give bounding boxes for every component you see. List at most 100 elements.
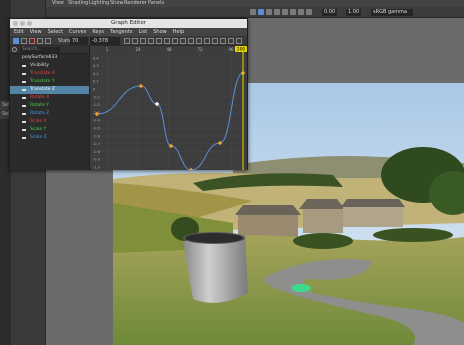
keyframe[interactable] [138, 83, 144, 89]
outliner-item-rotate-y[interactable]: Rotate Y [10, 102, 89, 110]
outliner-item-rotate-z[interactable]: Rotate Z [10, 110, 89, 118]
outliner-item-rotate-x[interactable]: Rotate X [10, 94, 89, 102]
maya-window: Set Set View Shading Lighting Show Rende… [0, 0, 464, 345]
menu-show[interactable]: Show [110, 0, 124, 7]
normalize-icon[interactable] [212, 38, 218, 44]
frame-tick-label: 48 [166, 47, 172, 52]
viewport-menubar: View Shading Lighting Show Renderer Pane… [46, 0, 464, 7]
channel-icon [22, 137, 26, 139]
current-frame-label: 200 [237, 47, 246, 53]
tangent-auto-icon[interactable] [140, 38, 146, 44]
break-tangent-icon[interactable] [180, 38, 186, 44]
post-infinity-icon[interactable] [236, 38, 242, 44]
ge-menu-list[interactable]: List [138, 28, 147, 36]
value-tick-label: -0.2 [93, 103, 100, 107]
frame-tick-labels: 1 24 48 72 96 [106, 47, 234, 52]
frame-tick-label: 72 [197, 47, 203, 52]
minimize-icon[interactable] [20, 21, 25, 26]
lighting-icon[interactable] [290, 9, 296, 15]
outliner-root-item[interactable]: polySurface633 [10, 54, 89, 62]
ge-menu-show[interactable]: Show [153, 28, 167, 36]
value-tick-label: 0.4 [93, 56, 99, 60]
outliner-item-label: Visibility [30, 63, 49, 68]
outliner-item-label: Rotate X [30, 95, 50, 100]
retime-icon[interactable] [45, 38, 51, 44]
animation-curve-graph[interactable]: 124487296 0.40.30.20.10-0.1-0.2-0.3-0.4-… [91, 46, 247, 170]
wireframe-icon[interactable] [266, 9, 272, 15]
outliner-item-scale-y[interactable]: Scale Y [10, 126, 89, 134]
textured-icon[interactable] [282, 9, 288, 15]
value-tick-label: -0.5 [93, 127, 100, 131]
xray-icon[interactable] [306, 9, 312, 15]
outliner-item-translate-z[interactable]: Translate Z [10, 86, 89, 94]
outliner-root-label: polySurface633 [22, 55, 58, 60]
value-tick-label: -0.6 [93, 134, 101, 138]
menu-view[interactable]: View [52, 0, 64, 7]
outliner-item-scale-z[interactable]: Scale Z [10, 134, 89, 142]
menu-lighting[interactable]: Lighting [89, 0, 109, 7]
channel-icon [22, 113, 26, 115]
lock-icon[interactable] [196, 38, 202, 44]
move-key-icon[interactable] [13, 38, 19, 44]
buffer-icon[interactable] [204, 38, 210, 44]
channel-icon [22, 105, 26, 107]
ge-menu-select[interactable]: Select [48, 28, 63, 36]
search-icon[interactable] [12, 47, 17, 52]
graph-editor-window[interactable]: Graph Editor Edit View Select Curves Keys Tan… [9, 18, 248, 170]
infinity-icon[interactable] [220, 38, 226, 44]
close-icon[interactable] [13, 21, 18, 26]
outliner-item-label: Scale Z [30, 135, 47, 140]
menu-panels[interactable]: Panels [148, 0, 164, 7]
graph-view[interactable]: 124487296 0.40.30.20.10-0.1-0.2-0.3-0.4-… [91, 46, 247, 170]
exposure-field[interactable]: 0.00 [322, 9, 338, 16]
frame-all-icon[interactable] [124, 38, 130, 44]
graph-outliner[interactable]: Search... polySurface633 Visibility Tran… [10, 46, 90, 170]
menu-shading[interactable]: Shading [68, 0, 88, 7]
graph-editor-toolbar: Stats 70 -0.378 [10, 36, 247, 46]
outliner-item-visibility[interactable]: Visibility [10, 62, 89, 70]
insert-key-icon[interactable] [21, 38, 27, 44]
tangent-step-icon[interactable] [172, 38, 178, 44]
value-tick-label: 0 [93, 88, 96, 92]
outliner-item-translate-y[interactable]: Translate Y [10, 78, 89, 86]
value-tick-label: 0.1 [93, 80, 99, 84]
shaded-icon[interactable] [274, 9, 280, 15]
frame-selection-icon[interactable] [132, 38, 138, 44]
region-icon[interactable] [37, 38, 43, 44]
channel-icon [22, 97, 26, 99]
menu-renderer[interactable]: Renderer [124, 0, 147, 7]
outliner-item-scale-x[interactable]: Scale X [10, 118, 89, 126]
tangent-flat-icon[interactable] [164, 38, 170, 44]
value-tick-label: -0.9 [93, 158, 101, 162]
value-tick-label: -1.0 [93, 166, 101, 170]
animation-curve[interactable] [96, 72, 244, 170]
tangent-linear-icon[interactable] [156, 38, 162, 44]
value-tick-label: -0.8 [93, 150, 101, 154]
colorspace-select[interactable]: sRGB gamma [371, 9, 413, 16]
ge-menu-tangents[interactable]: Tangents [110, 28, 132, 36]
tangent-spline-icon[interactable] [148, 38, 154, 44]
frame-tick-label: 96 [228, 47, 234, 52]
camera-icon[interactable] [250, 9, 256, 15]
unify-tangent-icon[interactable] [188, 38, 194, 44]
keyframe[interactable] [217, 140, 223, 146]
stats-frame-field[interactable]: 70 [70, 37, 88, 45]
maximize-icon[interactable] [27, 21, 32, 26]
outliner-item-translate-x[interactable]: Translate X [10, 70, 89, 78]
stats-value-field[interactable]: -0.378 [90, 37, 120, 45]
ge-menu-help[interactable]: Help [173, 28, 184, 36]
ge-menu-keys[interactable]: Keys [92, 28, 104, 36]
channel-icon [22, 81, 26, 83]
grid-icon[interactable] [258, 9, 264, 15]
outliner-search-bar: Search... [10, 46, 89, 54]
pre-infinity-icon[interactable] [228, 38, 234, 44]
frame-tick-label: 24 [135, 47, 141, 52]
ge-menu-curves[interactable]: Curves [69, 28, 86, 36]
graph-editor-titlebar[interactable]: Graph Editor [10, 19, 247, 28]
shadow-icon[interactable] [298, 9, 304, 15]
gamma-field[interactable]: 1.00 [346, 9, 362, 16]
keyframe[interactable] [188, 167, 194, 170]
lattice-icon[interactable] [29, 38, 35, 44]
value-tick-label: -0.1 [93, 95, 100, 99]
outliner-search-input[interactable]: Search... [20, 47, 60, 53]
